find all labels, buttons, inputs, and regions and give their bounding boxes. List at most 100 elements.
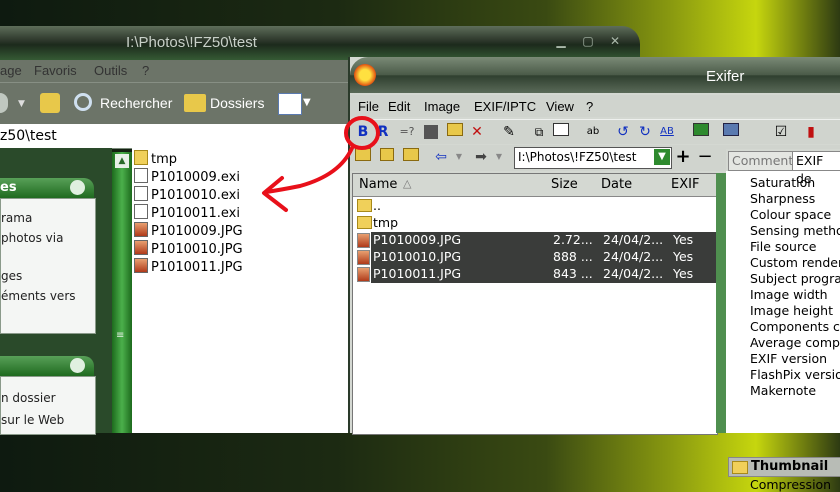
rotate-left-icon[interactable]: ↺: [614, 123, 632, 141]
folder-up-icon[interactable]: [402, 148, 420, 166]
column-size-header[interactable]: Size: [551, 177, 578, 192]
monitor-icon[interactable]: [692, 123, 710, 141]
menu-item-view[interactable]: View: [546, 99, 574, 114]
query-button[interactable]: =?: [398, 123, 416, 141]
delete-icon[interactable]: ✕: [468, 123, 486, 141]
task-pane2-header[interactable]: [0, 356, 94, 376]
minimize-button[interactable]: ▁: [550, 31, 572, 51]
pane-splitter[interactable]: [716, 173, 726, 433]
property-item[interactable]: Saturation: [750, 175, 815, 190]
collapse-icon[interactable]: [70, 180, 85, 195]
tab-exif-details[interactable]: EXIF de: [792, 151, 840, 186]
list-item[interactable]: P1010011.exi: [134, 204, 240, 222]
collapse-icon[interactable]: [70, 358, 85, 373]
property-item[interactable]: Components co: [750, 319, 840, 334]
r-button[interactable]: R: [374, 123, 392, 141]
path-combobox[interactable]: I:\Photos\!FZ50\test ▼: [514, 147, 672, 169]
edit-icon[interactable]: ✎: [500, 123, 518, 141]
maximize-button[interactable]: ▢: [577, 31, 599, 51]
forward-arrow-icon[interactable]: ➡: [472, 148, 490, 166]
rotate-right-icon[interactable]: ↻: [636, 123, 654, 141]
property-item[interactable]: Sensing method: [750, 223, 840, 238]
property-item[interactable]: Sharpness: [750, 191, 815, 206]
task-item[interactable]: ges: [1, 269, 22, 283]
task-item[interactable]: éments vers: [1, 289, 76, 303]
property-item[interactable]: Image height: [750, 303, 833, 318]
table-icon[interactable]: [552, 123, 570, 141]
close-button[interactable]: ✕: [604, 31, 626, 51]
stop-icon[interactable]: [424, 125, 438, 139]
task-item[interactable]: rama: [1, 211, 32, 225]
list-item[interactable]: P1010010.JPG: [134, 240, 243, 258]
task-item[interactable]: n dossier: [1, 391, 56, 405]
back-arrow-icon[interactable]: ⇦: [432, 148, 450, 166]
table-row[interactable]: tmp: [353, 215, 717, 232]
copy-icon[interactable]: ⧉: [530, 123, 548, 141]
menu-item-edit[interactable]: Edit: [388, 99, 410, 114]
list-item[interactable]: P1010011.JPG: [134, 258, 243, 276]
exifer-title-bar[interactable]: Exifer: [350, 57, 840, 93]
open-folder-icon[interactable]: [446, 123, 464, 141]
folder-tree-icon[interactable]: [378, 148, 396, 166]
property-item[interactable]: EXIF version: [750, 351, 827, 366]
views-dropdown-icon[interactable]: ▼: [303, 97, 311, 108]
views-icon[interactable]: [278, 93, 302, 115]
column-name-header[interactable]: Name: [359, 177, 397, 192]
table-row[interactable]: ..: [353, 198, 717, 215]
folders-icon[interactable]: [184, 94, 206, 112]
list-item[interactable]: P1010010.exi: [134, 186, 240, 204]
property-item[interactable]: Colour space: [750, 207, 831, 222]
menu-item-outils[interactable]: Outils: [94, 63, 127, 78]
property-item[interactable]: Custom rendered: [750, 255, 840, 270]
menu-item-affichage[interactable]: age: [0, 63, 22, 78]
list-item[interactable]: tmp: [134, 150, 177, 168]
add-icon[interactable]: +: [674, 148, 692, 166]
exit-icon[interactable]: ▮: [802, 123, 820, 141]
menu-item-favoris[interactable]: Favoris: [34, 63, 77, 78]
property-item[interactable]: FlashPix version: [750, 367, 840, 382]
explorer-address-bar[interactable]: z50\test: [0, 124, 350, 149]
scroll-grip-icon[interactable]: ≡: [116, 330, 124, 341]
grid-view-icon[interactable]: [722, 123, 740, 141]
chevron-down-icon[interactable]: ▼: [450, 148, 468, 166]
scroll-up-icon[interactable]: ▲: [115, 154, 129, 168]
back-button[interactable]: [0, 93, 8, 113]
thumbnail-group-header[interactable]: Thumbnail: [728, 457, 840, 477]
sort-az-icon[interactable]: ab: [584, 123, 602, 141]
property-item[interactable]: Image width: [750, 287, 828, 302]
column-date-header[interactable]: Date: [601, 177, 632, 192]
menu-item-image[interactable]: Image: [424, 99, 460, 114]
property-item[interactable]: File source: [750, 239, 816, 254]
table-row[interactable]: P1010010.JPG 888 ... 24/04/2... Yes: [357, 249, 717, 266]
chevron-down-icon[interactable]: ▼: [490, 148, 508, 166]
menu-item-exif-iptc[interactable]: EXIF/IPTC: [474, 99, 536, 114]
list-item[interactable]: P1010009.JPG: [134, 222, 243, 240]
search-button[interactable]: Rechercher: [100, 95, 172, 111]
chevron-down-icon[interactable]: ▼: [18, 99, 25, 109]
exifer-logo-icon[interactable]: [354, 64, 376, 86]
table-row[interactable]: P1010009.JPG 2.72... 24/04/2... Yes: [357, 232, 717, 249]
spellcheck-icon[interactable]: AB: [658, 123, 676, 141]
open-folder-icon[interactable]: [354, 148, 372, 166]
task-item[interactable]: sur le Web: [1, 413, 64, 427]
menu-item-file[interactable]: File: [358, 99, 379, 114]
tab-comment[interactable]: Comment: [728, 151, 798, 171]
property-item[interactable]: Makernote: [750, 383, 816, 398]
folder-up-icon[interactable]: [40, 93, 60, 113]
list-item[interactable]: P1010009.exi: [134, 168, 240, 186]
table-row[interactable]: P1010011.JPG 843 ... 24/04/2... Yes: [357, 266, 717, 283]
chevron-down-icon[interactable]: ▼: [654, 149, 670, 165]
menu-item-help[interactable]: ?: [142, 63, 149, 78]
column-exif-header[interactable]: EXIF: [671, 177, 699, 192]
property-item[interactable]: Compression: [750, 477, 831, 492]
checklist-icon[interactable]: ☑: [772, 123, 790, 141]
menu-item-help[interactable]: ?: [586, 99, 593, 114]
property-item[interactable]: Average compr: [750, 335, 840, 350]
search-icon[interactable]: [74, 93, 92, 111]
remove-icon[interactable]: −: [696, 148, 714, 166]
task-pane-header[interactable]: es: [0, 178, 94, 198]
explorer-scrollbar[interactable]: ▲ ≡: [112, 152, 132, 433]
bold-b-button[interactable]: B: [354, 123, 372, 141]
folders-button[interactable]: Dossiers: [210, 95, 264, 111]
property-item[interactable]: Subject program: [750, 271, 840, 286]
